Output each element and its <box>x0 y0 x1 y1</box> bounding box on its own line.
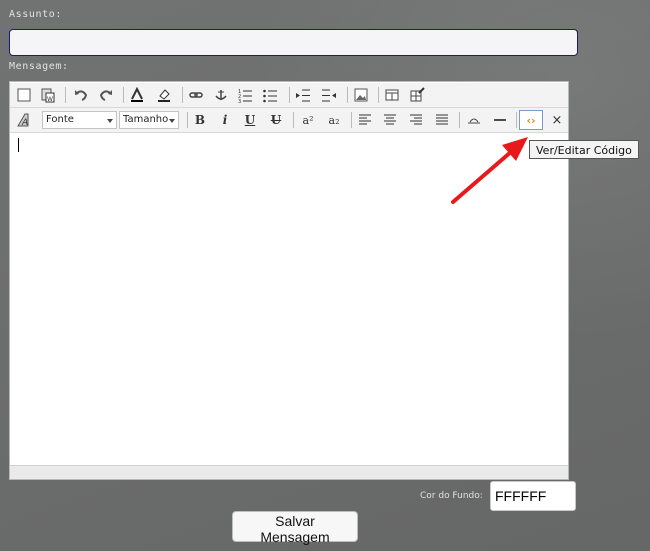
horizontal-rule-icon[interactable] <box>464 111 484 129</box>
close-icon[interactable]: × <box>547 111 567 129</box>
svg-text:W: W <box>47 96 53 103</box>
undo-icon[interactable] <box>71 86 91 104</box>
align-center-icon[interactable] <box>380 111 400 129</box>
font-family-select-label: Fonte <box>46 114 74 125</box>
anchor-icon[interactable] <box>211 86 231 104</box>
table-edit-icon[interactable] <box>407 86 427 104</box>
image-icon[interactable] <box>351 86 371 104</box>
svg-text:3: 3 <box>238 99 241 103</box>
text-caret <box>18 138 19 152</box>
background-color-input[interactable] <box>490 481 576 511</box>
strikethrough-icon[interactable]: U <box>266 111 286 129</box>
table-icon[interactable] <box>382 86 402 104</box>
align-right-icon[interactable] <box>406 111 426 129</box>
link-icon[interactable] <box>186 86 206 104</box>
subject-input[interactable] <box>9 29 578 56</box>
font-family-select[interactable]: Fonte <box>42 111 117 129</box>
bold-icon[interactable]: B <box>190 111 210 129</box>
code-view-icon[interactable]: ‹› <box>519 110 543 130</box>
line-icon[interactable] <box>490 111 510 129</box>
background-color-label: Cor do Fundo: <box>420 491 483 501</box>
ordered-list-icon[interactable]: 123 <box>235 86 255 104</box>
justify-icon[interactable] <box>432 111 452 129</box>
remove-format-icon[interactable]: A <box>14 111 34 129</box>
font-size-select[interactable]: Tamanho <box>119 111 179 129</box>
svg-text:A: A <box>21 118 28 128</box>
font-size-select-label: Tamanho <box>123 114 169 125</box>
new-document-icon[interactable] <box>14 86 34 104</box>
indent-icon[interactable] <box>293 86 313 104</box>
chevron-down-icon <box>169 119 175 123</box>
underline-icon[interactable]: U <box>240 111 260 129</box>
background-color-icon[interactable] <box>154 86 174 104</box>
paste-word-icon[interactable]: W <box>38 86 58 104</box>
code-view-tooltip: Ver/Editar Código <box>529 140 639 159</box>
chevron-down-icon <box>107 119 113 123</box>
align-left-icon[interactable] <box>355 111 375 129</box>
superscript-icon[interactable]: a² <box>298 111 318 129</box>
editor-status-bar <box>10 465 568 479</box>
italic-icon[interactable]: i <box>215 111 235 129</box>
save-message-button[interactable]: Salvar Mensagem <box>232 511 358 545</box>
message-label: Mensagem: <box>9 61 69 72</box>
redo-icon[interactable] <box>96 86 116 104</box>
subscript-icon[interactable]: a₂ <box>324 111 344 129</box>
outdent-icon[interactable] <box>319 86 339 104</box>
annotation-arrow-icon <box>451 137 528 204</box>
text-color-icon[interactable] <box>127 86 147 104</box>
subject-label: Assunto: <box>9 9 62 20</box>
editor-toolbar-row-1: W 123 <box>10 83 568 108</box>
unordered-list-icon[interactable] <box>260 86 280 104</box>
